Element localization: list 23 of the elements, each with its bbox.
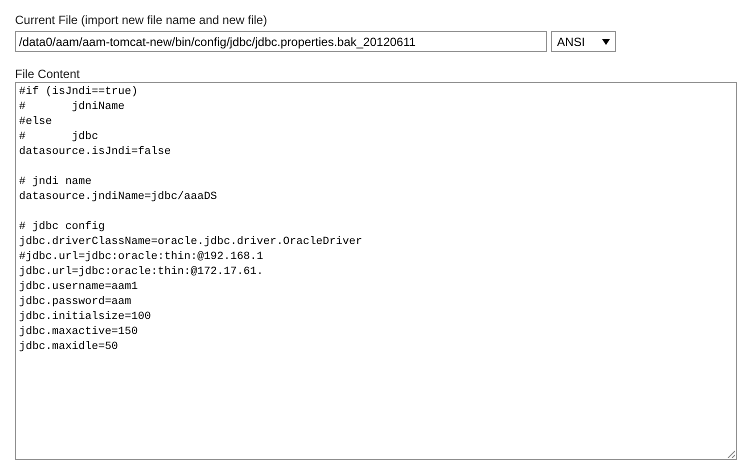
code-line: jdbc.password=aam (19, 295, 132, 310)
code-line: # jndi name (19, 175, 92, 190)
code-line: #jdbc.url=jdbc:oracle:thin:@192.168.1 (19, 250, 264, 265)
encoding-select[interactable]: ANSI (551, 31, 616, 52)
code-line: jdbc.initialsize=100 (19, 310, 152, 325)
code-line: #if (isJndi==true) (19, 85, 138, 100)
resize-handle-icon[interactable] (727, 450, 735, 458)
code-line: jdbc.url=jdbc:oracle:thin:@172.17.61. (19, 265, 264, 280)
code-line: #else (19, 115, 52, 130)
file-content-area[interactable] (15, 82, 737, 460)
caret-icon (602, 38, 610, 44)
code-line: jdbc.maxidle=50 (19, 340, 118, 355)
code-line: jdbc.maxactive=150 (19, 325, 138, 340)
field-label: Current File (import new file name and new file) (15, 12, 268, 28)
code-line: datasource.jndiName=jdbc/aaaDS (19, 190, 218, 205)
code-line: jdbc.username=aam1 (19, 280, 138, 295)
code-line: # jdniName (19, 100, 125, 115)
code-line: # jdbc (19, 130, 98, 145)
field-label: File Content (15, 66, 81, 82)
code-line: jdbc.driverClassName=oracle.jdbc.driver.OracleDriver (19, 235, 362, 250)
code-line: # jdbc config (19, 220, 105, 235)
code-line: datasource.isJndi=false (19, 145, 171, 160)
file-name-field[interactable]: /data0/aam/aam-tomcat-new/bin/config/jdbc/jdbc.properties.bak_20120611 (15, 31, 547, 52)
